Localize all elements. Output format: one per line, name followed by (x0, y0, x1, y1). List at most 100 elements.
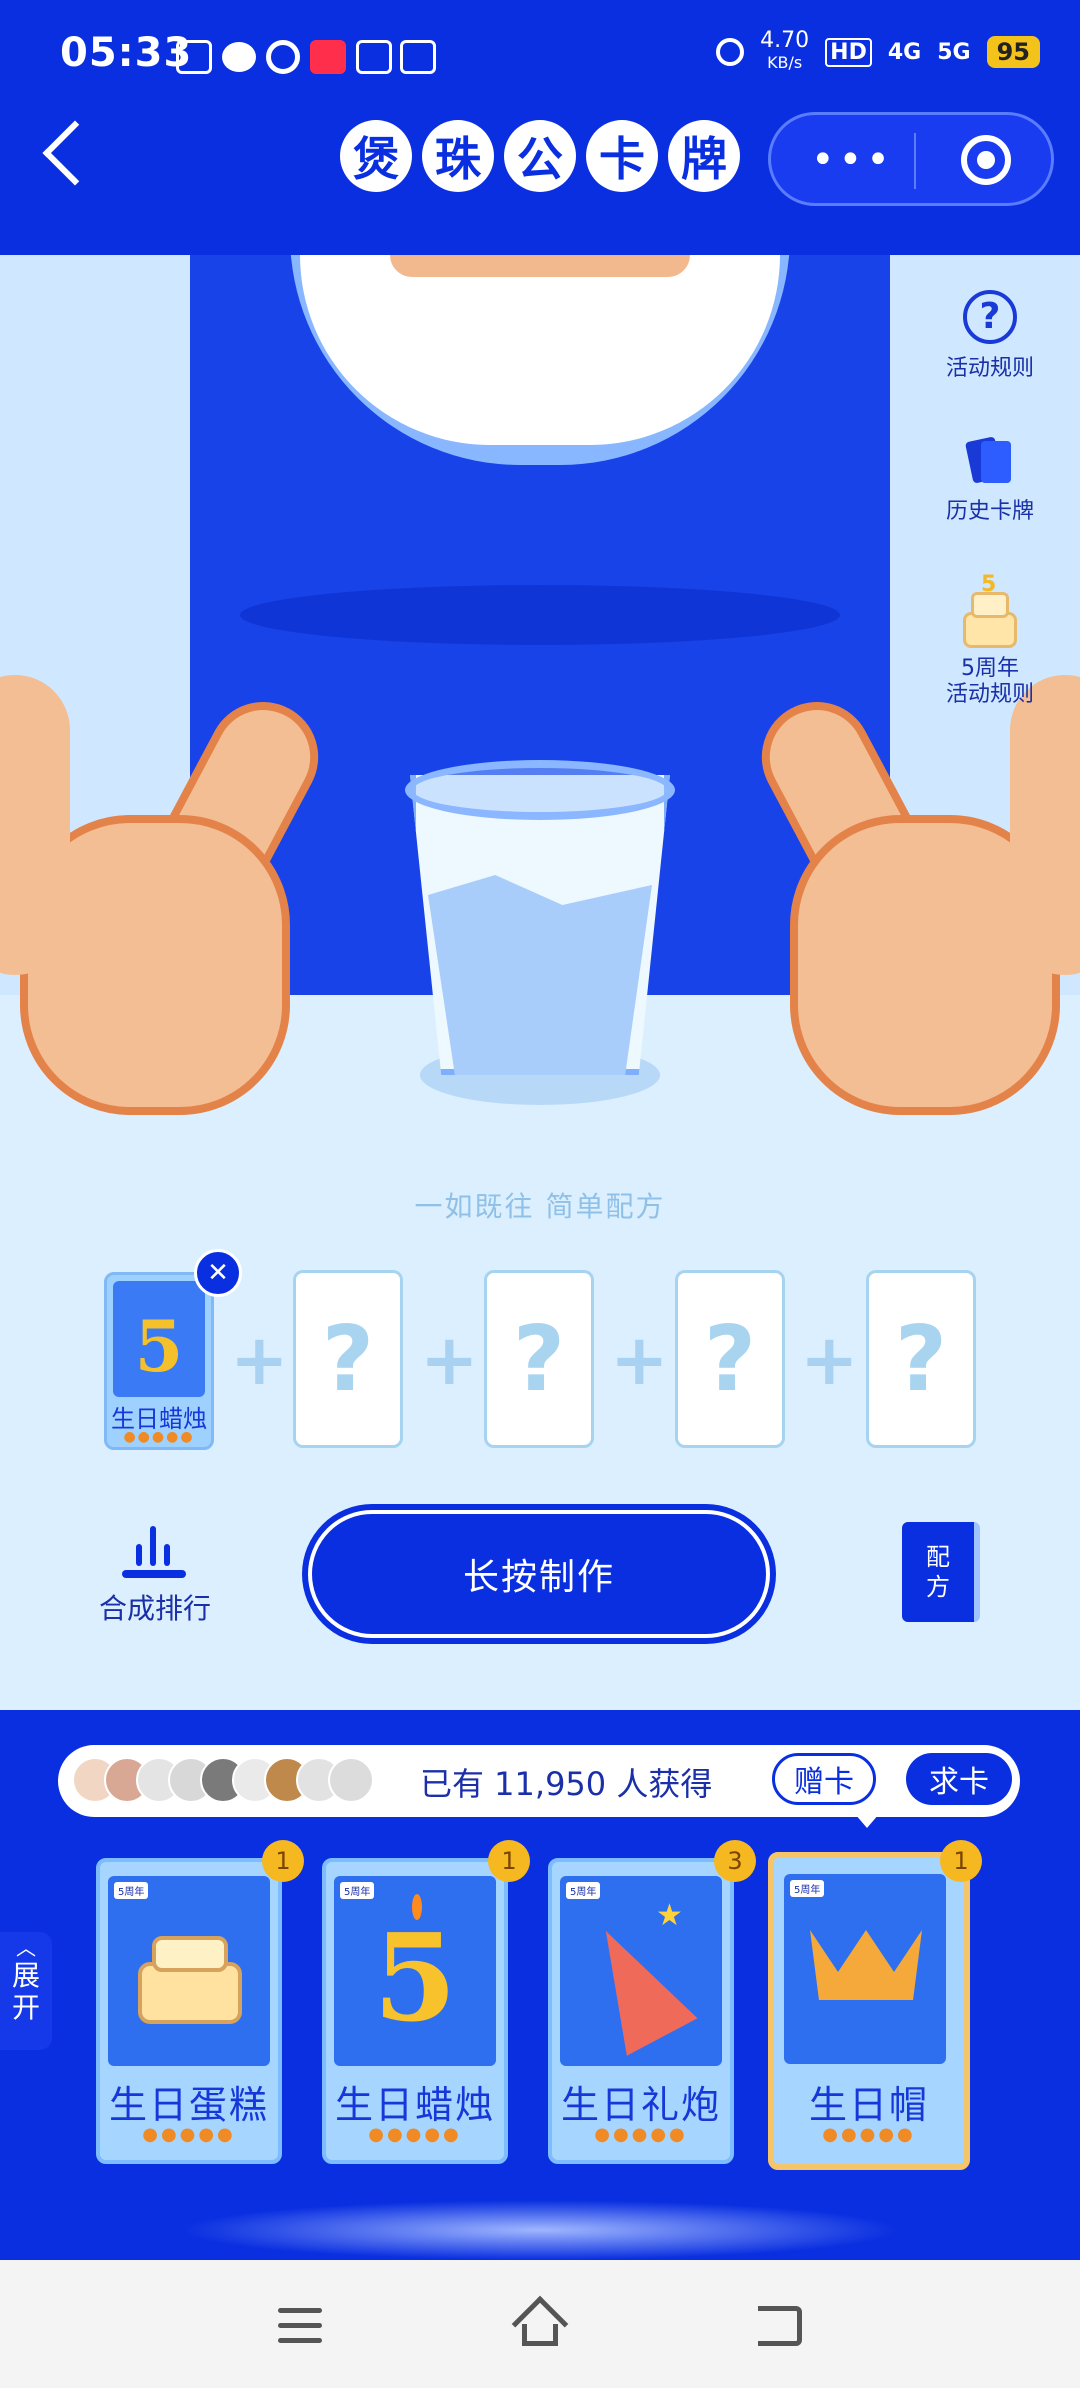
synthesis-slot-filled[interactable]: 5 生日蜡烛 ●●●●● (104, 1272, 214, 1450)
scene-illustration (0, 255, 1080, 1710)
gift-card-button[interactable]: 赠卡 (772, 1753, 876, 1805)
rank-label: 合成排行 (98, 1592, 211, 1625)
signal-5g: 5G (937, 39, 971, 65)
anniv-rules-entry[interactable]: 5 5周年 活动规则 (940, 572, 1040, 708)
slogan-text: 一如既往 简单配方 (414, 1190, 666, 1223)
card-count-badge: 3 (714, 1840, 756, 1882)
menu-icon[interactable] (278, 2308, 322, 2344)
avatar (328, 1757, 374, 1803)
net-speed-value: 4.70 (760, 28, 810, 53)
card-count-badge: 1 (488, 1840, 530, 1882)
card-birthday-hat-selected[interactable]: 5周年 生日帽 ●●●●● (768, 1852, 970, 2170)
status-time: 05:33 (60, 30, 193, 76)
expand-tab[interactable]: ︿ 展 开 (0, 1932, 52, 2050)
cake-top-icon (152, 1936, 228, 1972)
anniv-cake-icon: 5 (955, 572, 1025, 656)
rules-entry[interactable]: ? 活动规则 (940, 290, 1040, 382)
page-title: 煲 珠 公 卡 牌 (340, 120, 740, 192)
chat-icon (222, 42, 256, 72)
star-icon: ★ (656, 1898, 683, 1933)
plus-icon: + (230, 1319, 289, 1401)
ask-card-button[interactable]: 求卡 (906, 1753, 1012, 1805)
plus-icon: + (420, 1319, 479, 1401)
battery-indicator: 95 (986, 36, 1040, 68)
net-speed-unit: KB/s (767, 53, 803, 72)
anniv-rules-label: 5周年 活动规则 (945, 656, 1034, 707)
rank-icon (122, 1526, 186, 1582)
title-char: 煲 (340, 120, 412, 192)
card-name: 生日帽 (808, 2083, 929, 2127)
cards-icon (963, 435, 1017, 489)
history-label: 历史卡牌 (945, 499, 1034, 524)
card-art (108, 1876, 270, 2066)
card-birthday-cake[interactable]: 5周年 生日蛋糕 ●●●●● (96, 1858, 282, 2164)
net-speed: 4.70 KB/s (760, 30, 809, 74)
synthesis-slot-empty[interactable]: ? (675, 1270, 785, 1448)
card-flames: ●●●●● (594, 2124, 688, 2145)
card-count-badge: 1 (262, 1840, 304, 1882)
right-arm (1010, 675, 1080, 975)
obtain-count-text: 已有 11,950 人获得 (420, 1765, 713, 1803)
card-flames: ●●●●● (142, 2124, 236, 2145)
rules-label: 活动规则 (945, 356, 1034, 381)
signal-4g: 4G (887, 39, 922, 65)
card-tag: 5周年 (566, 1882, 601, 1899)
card-name: 生日蛋糕 (108, 2083, 269, 2127)
title-char: 公 (504, 120, 576, 192)
card-tag: 5周年 (790, 1880, 825, 1897)
bar-pointer (855, 1814, 879, 1828)
system-nav-bar (0, 2260, 1080, 2388)
recipe-book-icon[interactable]: 配 方 (902, 1522, 980, 1622)
slot-card-flames: ●●●●● (123, 1429, 195, 1445)
home-icon[interactable] (511, 2295, 569, 2353)
hd-badge: HD (825, 37, 872, 67)
party-popper-icon (570, 1912, 698, 2056)
back-nav-icon[interactable] (758, 2306, 802, 2346)
plus-icon: + (800, 1319, 859, 1401)
candle-5-icon: 5 (134, 1305, 184, 1388)
title-char: 牌 (668, 120, 740, 192)
status-bar: 05:33 4.70 KB/s HD 4G 5G 95 (0, 0, 1080, 110)
card-art (784, 1874, 946, 2064)
history-cards-entry[interactable]: 历史卡牌 (940, 435, 1040, 525)
card-art: 5 (334, 1876, 496, 2066)
app-notification-icon (176, 40, 212, 74)
remove-slot-icon[interactable]: ✕ (194, 1249, 242, 1297)
make-button[interactable]: 长按制作 (308, 1510, 770, 1638)
plus-icon: + (610, 1319, 669, 1401)
card-birthday-candle[interactable]: 5 5周年 生日蜡烛 ●●●●● (322, 1858, 508, 2164)
candle-5-icon: 5 (373, 1908, 457, 2049)
capsule-divider (914, 133, 916, 189)
status-right: 4.70 KB/s HD 4G 5G 95 (716, 30, 1040, 74)
card-count-badge: 1 (940, 1840, 982, 1882)
shopping-app-icon (310, 40, 346, 74)
crown-hat-icon (810, 1930, 922, 2000)
title-char: 卡 (586, 120, 658, 192)
synthesis-slot-empty[interactable]: ? (866, 1270, 976, 1448)
browser-icon (356, 40, 392, 74)
title-char: 珠 (422, 120, 494, 192)
synthesis-slot-empty[interactable]: ? (484, 1270, 594, 1448)
glass-rim (405, 760, 675, 820)
card-name: 生日礼炮 (560, 2083, 721, 2127)
close-miniapp-icon[interactable] (961, 135, 1011, 185)
chevron-up-icon: ︿ (16, 1936, 36, 1960)
search-app-icon (266, 40, 300, 74)
apron-shadow (240, 585, 840, 645)
card-art: ★ (560, 1876, 722, 2066)
glass-water (428, 875, 652, 1075)
rank-entry[interactable]: 合成排行 (90, 1520, 220, 1630)
card-tag: 5周年 (114, 1882, 149, 1899)
neck (390, 255, 690, 277)
obtain-bar: 已有 11,950 人获得 赠卡 求卡 (58, 1745, 1020, 1817)
miniapp-capsule: ••• (768, 112, 1054, 206)
more-icon[interactable]: ••• (811, 140, 894, 180)
card-birthday-popper[interactable]: ★ 5周年 生日礼炮 ●●●●● (548, 1858, 734, 2164)
card-flames: ●●●●● (368, 2124, 462, 2145)
expand-label: 展 开 (11, 1959, 40, 2024)
pay-icon (400, 40, 436, 74)
card-flames: ●●●●● (822, 2124, 916, 2145)
synthesis-slot-empty[interactable]: ? (293, 1270, 403, 1448)
help-icon: ? (963, 290, 1017, 344)
tray-glow (180, 2200, 900, 2260)
